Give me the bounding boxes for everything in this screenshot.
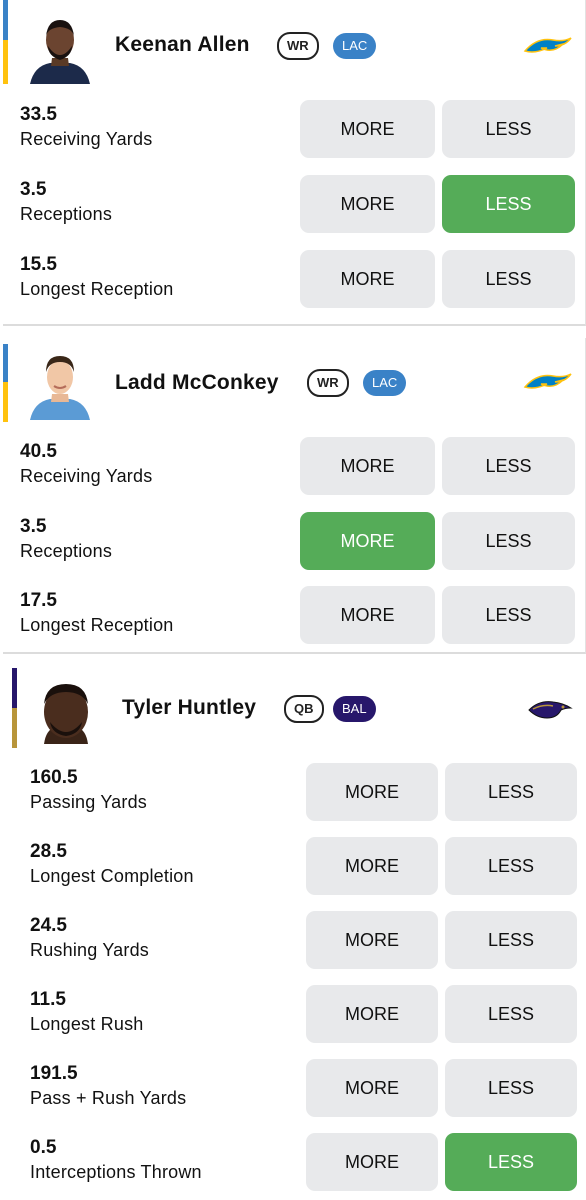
prop-stat-label: Pass + Rush Yards — [30, 1088, 187, 1108]
prop-row: 40.5 Receiving Yards MORE LESS — [3, 433, 585, 501]
prop-value: 33.5 — [20, 104, 57, 125]
chargers-logo-icon — [523, 37, 572, 53]
prop-value: 0.5 — [30, 1137, 57, 1158]
less-button[interactable]: LESS — [442, 586, 575, 644]
prop-row: 24.5 Rushing Yards MORE LESS — [12, 907, 586, 975]
less-button-selected[interactable]: LESS — [445, 1133, 577, 1191]
prop-stat-label: Receiving Yards — [20, 129, 153, 149]
position-badge: WR — [307, 369, 349, 397]
prop-value: 3.5 — [20, 516, 47, 537]
prop-row: 11.5 Longest Rush MORE LESS — [12, 981, 586, 1049]
player-name: Tyler Huntley — [122, 696, 257, 719]
less-button[interactable]: LESS — [445, 985, 577, 1043]
player-name: Keenan Allen — [115, 33, 250, 56]
less-button[interactable]: LESS — [442, 512, 575, 570]
player-avatar — [30, 356, 90, 420]
player-avatar — [44, 684, 88, 744]
prop-stat-label: Receptions — [20, 204, 113, 224]
prop-value: 191.5 — [30, 1063, 78, 1084]
team-badge: LAC — [333, 33, 377, 59]
prop-value: 15.5 — [20, 254, 57, 275]
player-card: Tyler Huntley QB BAL 160.5 Passing Yards… — [12, 668, 586, 1200]
prop-value: 160.5 — [30, 767, 78, 788]
less-button[interactable]: LESS — [442, 100, 575, 158]
ravens-logo-icon — [528, 701, 573, 719]
prop-row: 28.5 Longest Completion MORE LESS — [12, 833, 586, 901]
prop-value: 3.5 — [20, 179, 47, 200]
prop-row: 3.5 Receptions MORE LESS — [3, 508, 585, 576]
more-button[interactable]: MORE — [306, 1059, 438, 1117]
less-button[interactable]: LESS — [442, 437, 575, 495]
more-button-selected[interactable]: MORE — [300, 512, 435, 570]
more-button[interactable]: MORE — [306, 911, 438, 969]
position-badge: QB — [284, 695, 324, 723]
more-button[interactable]: MORE — [306, 1133, 438, 1191]
prop-value: 40.5 — [20, 441, 57, 462]
chargers-logo-icon — [523, 373, 572, 389]
prop-stat-label: Rushing Yards — [30, 940, 150, 960]
prop-stat-label: Longest Reception — [20, 279, 174, 299]
prop-row: 3.5 Receptions MORE LESS — [3, 171, 585, 239]
prop-row: 33.5 Receiving Yards MORE LESS — [3, 96, 585, 164]
more-button[interactable]: MORE — [300, 175, 435, 233]
prop-value: 11.5 — [30, 989, 66, 1010]
prop-row: 0.5 Interceptions Thrown MORE LESS — [12, 1129, 586, 1197]
more-button[interactable]: MORE — [306, 837, 438, 895]
player-header: Tyler Huntley QB BAL — [12, 668, 586, 760]
player-avatar — [30, 20, 90, 84]
more-button[interactable]: MORE — [300, 437, 435, 495]
less-button[interactable]: LESS — [445, 1059, 577, 1117]
less-button[interactable]: LESS — [445, 837, 577, 895]
position-badge: WR — [277, 32, 319, 60]
prop-stat-label: Receiving Yards — [20, 466, 153, 486]
more-button[interactable]: MORE — [300, 586, 435, 644]
player-card: Ladd McConkey WR LAC 40.5 Receiving Yard… — [3, 338, 586, 654]
prop-stat-label: Passing Yards — [30, 792, 147, 812]
player-name: Ladd McConkey — [115, 371, 279, 394]
less-button-selected[interactable]: LESS — [442, 175, 575, 233]
prop-value: 24.5 — [30, 915, 67, 936]
prop-row: 191.5 Pass + Rush Yards MORE LESS — [12, 1055, 586, 1123]
less-button[interactable]: LESS — [442, 250, 575, 308]
prop-value: 17.5 — [20, 590, 57, 611]
prop-stat-label: Longest Rush — [30, 1014, 144, 1034]
more-button[interactable]: MORE — [300, 100, 435, 158]
player-header: Keenan Allen WR LAC — [3, 0, 585, 92]
more-button[interactable]: MORE — [300, 250, 435, 308]
team-badge: BAL — [333, 696, 376, 722]
less-button[interactable]: LESS — [445, 911, 577, 969]
player-card: Keenan Allen WR LAC 33.5 Receiving Yards… — [3, 0, 586, 326]
prop-row: 160.5 Passing Yards MORE LESS — [12, 759, 586, 827]
prop-stat-label: Interceptions Thrown — [30, 1162, 202, 1182]
prop-stat-label: Longest Completion — [30, 866, 194, 886]
more-button[interactable]: MORE — [306, 763, 438, 821]
prop-stat-label: Receptions — [20, 541, 113, 561]
team-badge: LAC — [363, 370, 407, 396]
less-button[interactable]: LESS — [445, 763, 577, 821]
prop-row: 15.5 Longest Reception MORE LESS — [3, 246, 585, 314]
more-button[interactable]: MORE — [306, 985, 438, 1043]
player-header: Ladd McConkey WR LAC — [3, 338, 585, 430]
prop-stat-label: Longest Reception — [20, 615, 174, 635]
prop-row: 17.5 Longest Reception MORE LESS — [3, 582, 585, 650]
prop-value: 28.5 — [30, 841, 67, 862]
